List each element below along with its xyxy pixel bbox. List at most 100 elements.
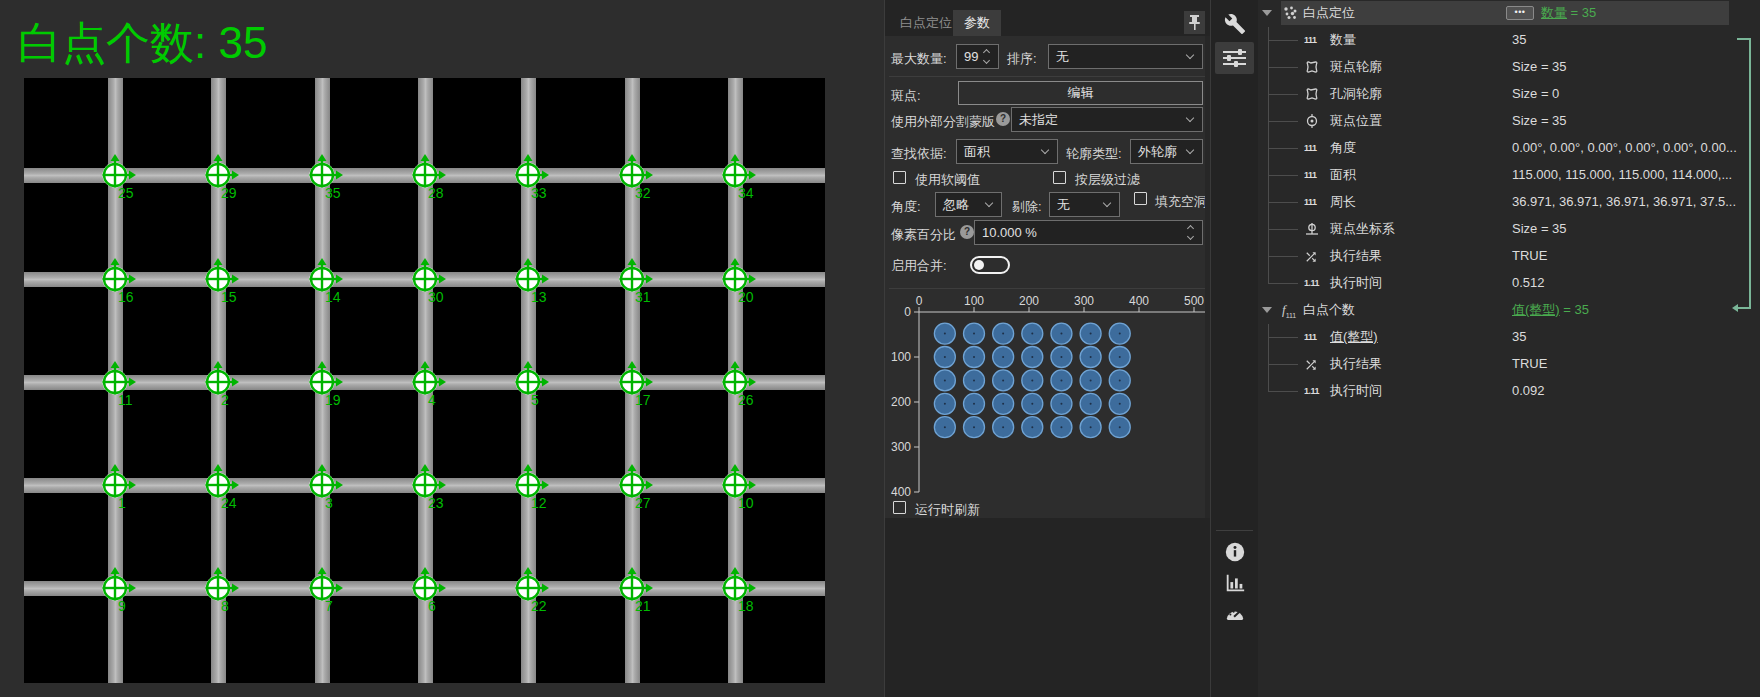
tree-node-label[interactable]: 白点个数: [1303, 298, 1355, 322]
tree-leaf-label[interactable]: 执行时间: [1330, 379, 1382, 403]
svg-text:31: 31: [635, 289, 651, 305]
tree-leaf-value: TRUE: [1512, 352, 1547, 376]
svg-text:0: 0: [904, 305, 911, 319]
svg-text:6: 6: [428, 598, 436, 614]
soft-threshold-checkbox[interactable]: [893, 171, 906, 184]
contour-type-dropdown[interactable]: 外轮廓: [1130, 139, 1203, 164]
tree-branch-line: [1268, 67, 1298, 68]
svg-text:2: 2: [221, 392, 229, 408]
decimal-icon: 1.11: [1304, 271, 1319, 295]
wrench-icon[interactable]: [1224, 13, 1246, 35]
info-icon[interactable]: [1224, 541, 1246, 563]
spin-down-icon[interactable]: [1187, 233, 1194, 240]
tree-leaf-value: 0.00°, 0.00°, 0.00°, 0.00°, 0.00°, 0.00.…: [1512, 136, 1737, 160]
tree-leaf-label[interactable]: 执行结果: [1330, 244, 1382, 268]
bar-chart-icon[interactable]: [1224, 572, 1246, 594]
fill-holes-label: 填充空洞: [1155, 193, 1207, 211]
tree-leaf-label[interactable]: 角度: [1330, 136, 1356, 160]
tree-leaf-value: 0.512: [1512, 271, 1545, 295]
tree-node-label[interactable]: 白点定位: [1303, 1, 1355, 25]
help-icon[interactable]: ?: [960, 225, 974, 239]
image-viewer: 白点个数: 35 2529352833323416151430133120112…: [0, 0, 883, 697]
tree-leaf-value: 0.092: [1512, 379, 1545, 403]
svg-text:27: 27: [635, 495, 651, 511]
tree-leaf-value: Size = 35: [1512, 217, 1567, 241]
blob-marker: 1: [103, 464, 137, 511]
tab-result[interactable]: 白点定位: [889, 10, 963, 36]
svg-text:34: 34: [738, 185, 754, 201]
find-by-dropdown[interactable]: 面积: [956, 139, 1058, 164]
cull-dropdown[interactable]: 无: [1049, 192, 1120, 217]
edit-button[interactable]: 编辑: [958, 81, 1203, 105]
svg-text:200: 200: [891, 395, 911, 409]
decimal-icon: 1.11: [1304, 379, 1319, 403]
tree-leaf-label[interactable]: 斑点轮廓: [1330, 55, 1382, 79]
hierarchy-filter-checkbox[interactable]: [1053, 171, 1066, 184]
spin-down-icon[interactable]: [983, 57, 990, 64]
svg-text:9: 9: [118, 598, 126, 614]
blob-marker: 25: [103, 154, 137, 201]
svg-text:13: 13: [531, 289, 547, 305]
fill-holes-checkbox[interactable]: [1134, 192, 1147, 205]
pin-icon: [1184, 11, 1205, 34]
tree-leaf-label[interactable]: 执行结果: [1330, 352, 1382, 376]
blob-marker: 13: [516, 258, 550, 305]
merge-toggle[interactable]: [970, 256, 1010, 274]
tree-branch-line: [1268, 175, 1298, 176]
help-icon[interactable]: ?: [996, 112, 1010, 126]
tree-branch-line: [1268, 94, 1298, 95]
more-button[interactable]: •••: [1506, 6, 1534, 20]
spin-up-icon[interactable]: [1187, 225, 1194, 232]
svg-text:100: 100: [964, 294, 984, 308]
number-icon: 111: [1304, 325, 1317, 349]
sort-label: 排序:: [1007, 50, 1037, 68]
tree-leaf-label[interactable]: 孔洞轮廓: [1330, 82, 1382, 106]
tree-leaf-value: 35: [1512, 28, 1526, 52]
sliders-button[interactable]: [1215, 42, 1254, 74]
fx-icon: f111: [1282, 298, 1296, 328]
svg-text:8: 8: [221, 598, 229, 614]
collapse-arrow-icon[interactable]: [1262, 10, 1272, 16]
blob-marker: 29: [206, 154, 240, 201]
number-icon: 111: [1304, 136, 1317, 160]
shuffle-icon: [1304, 248, 1318, 272]
svg-text:19: 19: [325, 392, 341, 408]
tree-leaf-label[interactable]: 执行时间: [1330, 271, 1382, 295]
blob-marker: 24: [206, 464, 240, 511]
blobs-icon: [1282, 5, 1298, 29]
tab-params[interactable]: 参数: [953, 10, 1001, 36]
tree-branch-line: [1268, 27, 1269, 284]
tree-leaf-value: Size = 35: [1512, 109, 1567, 133]
tree-leaf-label[interactable]: 数量: [1330, 28, 1356, 52]
inspection-image[interactable]: 2529352833323416151430133120112194517261…: [24, 78, 825, 683]
spin-up-icon[interactable]: [983, 49, 990, 56]
max-count-spinner[interactable]: 99: [956, 44, 999, 69]
soft-threshold-label: 使用软阈值: [915, 171, 980, 189]
tool-strip: [1210, 0, 1258, 697]
blob-position-chart: 01002003004005000100200300400: [885, 292, 1211, 504]
link-bracket: [1737, 38, 1751, 309]
tree-leaf-label[interactable]: 斑点坐标系: [1330, 217, 1395, 241]
svg-text:300: 300: [891, 440, 911, 454]
tree-leaf-label[interactable]: 斑点位置: [1330, 109, 1382, 133]
pixel-percent-input[interactable]: 10.000 %: [974, 220, 1203, 245]
svg-text:3: 3: [325, 495, 333, 511]
blob-marker: 27: [620, 464, 654, 511]
tree-branch-line: [1268, 148, 1298, 149]
sort-dropdown[interactable]: 无: [1048, 44, 1203, 69]
gauge-icon[interactable]: [1224, 603, 1246, 625]
pin-button[interactable]: [1184, 11, 1205, 34]
blob-marker: 35: [310, 154, 344, 201]
tree-leaf-value: 36.971, 36.971, 36.971, 36.971, 37.5...: [1512, 190, 1736, 214]
collapse-arrow-icon[interactable]: [1262, 307, 1272, 313]
blob-marker: 6: [413, 567, 447, 614]
hierarchy-filter-label: 按层级过滤: [1075, 171, 1140, 189]
tree-leaf-label[interactable]: 值(整型): [1330, 325, 1378, 349]
tree-leaf-label[interactable]: 周长: [1330, 190, 1356, 214]
number-icon: 111: [1304, 28, 1317, 52]
angle-dropdown[interactable]: 忽略: [935, 192, 1002, 217]
mask-dropdown[interactable]: 未指定: [1011, 107, 1203, 132]
blob-marker: 23: [413, 464, 447, 511]
runtime-refresh-checkbox[interactable]: [893, 501, 906, 514]
tree-leaf-label[interactable]: 面积: [1330, 163, 1356, 187]
